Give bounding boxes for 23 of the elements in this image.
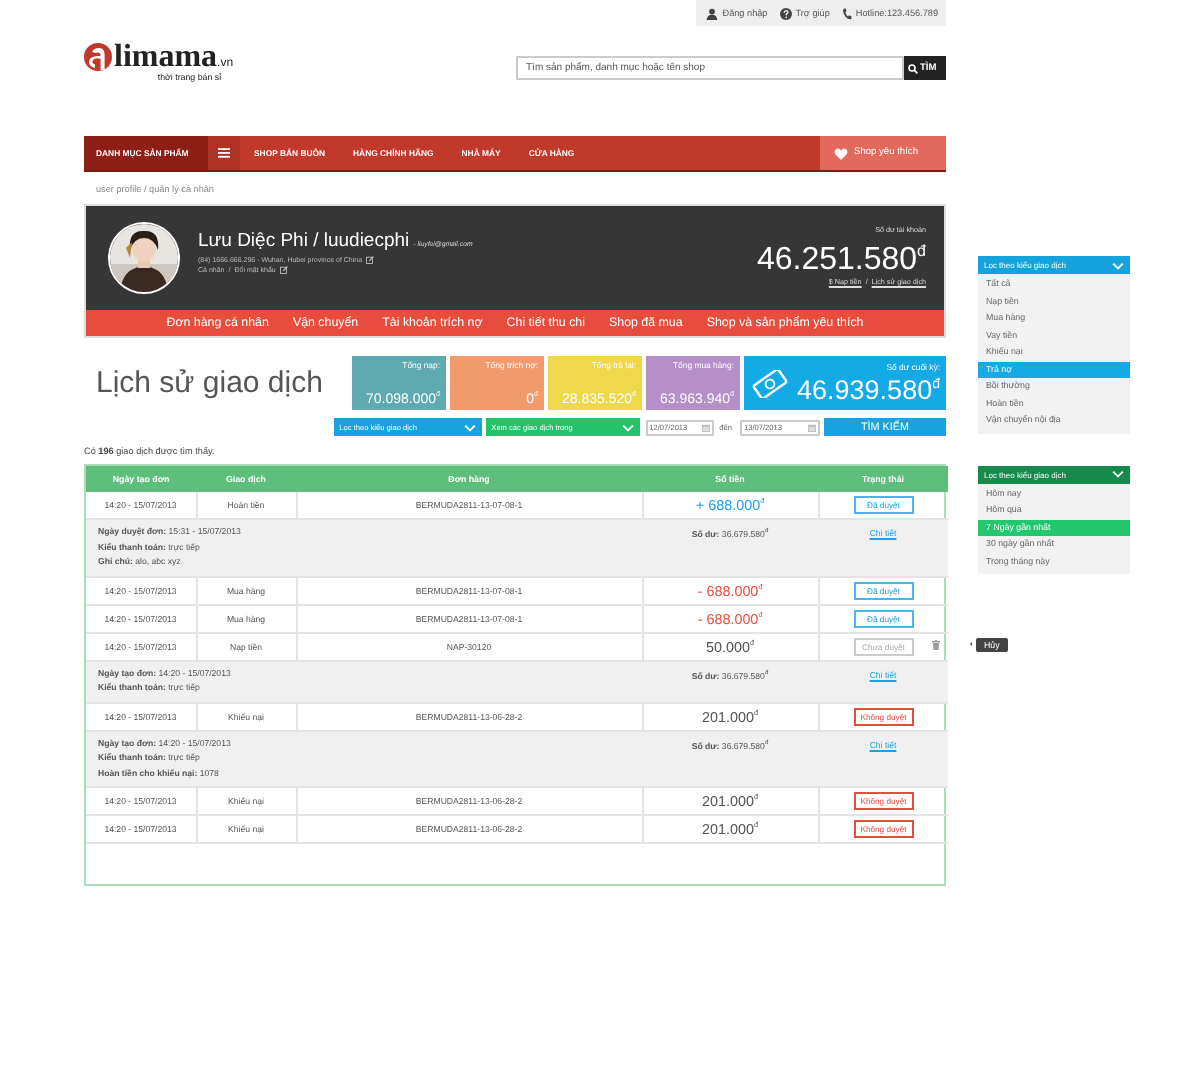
help-icon [779,7,792,19]
edit-icon [279,266,288,274]
trash-icon[interactable] [932,640,940,650]
caret-icon [1112,470,1124,478]
edit-icon [366,255,375,263]
banknote-icon [752,369,788,397]
search-icon [908,63,918,73]
logo-text: limama [114,42,218,74]
calendar-icon [701,423,710,431]
calendar-icon [808,423,816,431]
user-icon [706,7,719,19]
caret-icon [621,423,634,431]
page-title: Lịch sử giao dịch [96,366,325,400]
phone-icon [841,7,852,19]
caret-icon [463,423,476,431]
stat-value: 46.939.580$^{đ}$ [797,372,940,405]
user-name: Lưu Diệc Phi / luudiecphi [198,230,410,252]
menu-icon [218,148,230,158]
caret-icon [1112,261,1124,269]
logo-icon [84,42,112,74]
heart-icon [834,147,848,159]
account-balance: 46.251.580$^{đ}$ [756,240,926,278]
menu-button[interactable] [208,136,240,170]
